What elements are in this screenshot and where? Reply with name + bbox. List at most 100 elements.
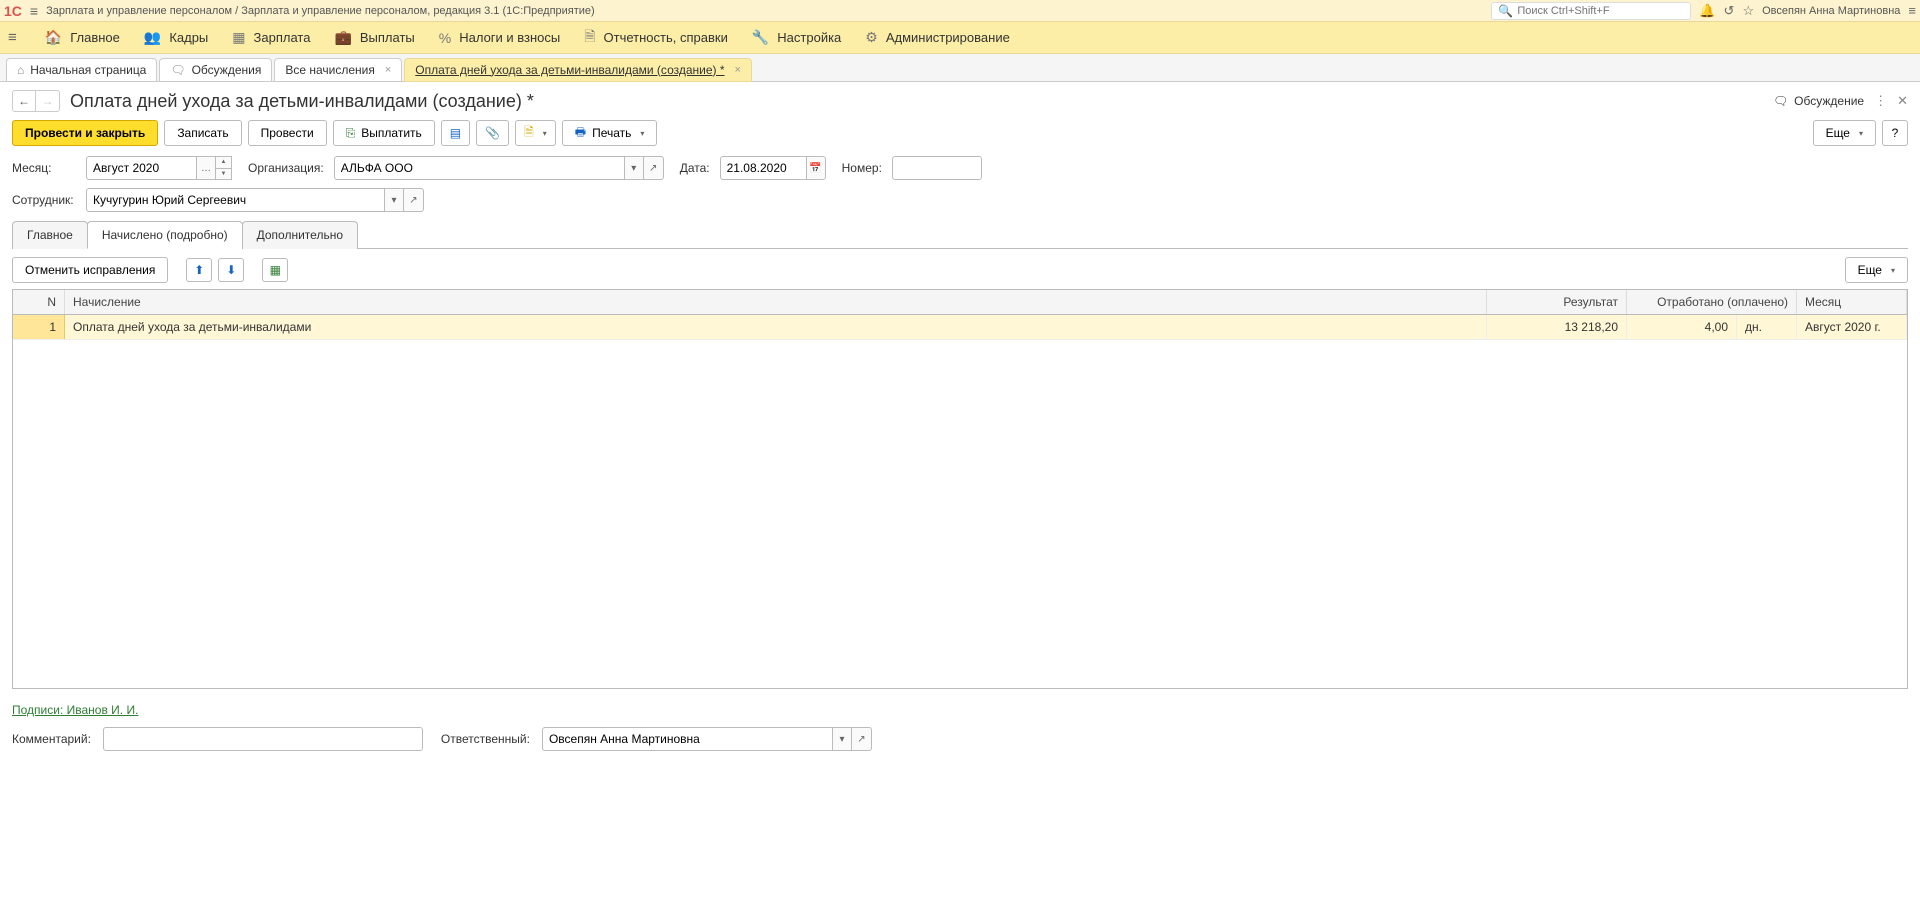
money-icon: ⎘: [346, 126, 356, 141]
cell-result: 13 218,20: [1487, 315, 1627, 339]
th-worked[interactable]: Отработано (оплачено): [1627, 290, 1797, 314]
employee-open-button[interactable]: ↗: [404, 188, 424, 212]
print-button[interactable]: 🖶Печать: [562, 120, 658, 146]
close-icon[interactable]: ✕: [1897, 93, 1908, 109]
menu-personnel[interactable]: 👥 Кадры: [144, 29, 208, 46]
menu-icon[interactable]: ≡: [1908, 3, 1916, 18]
move-up-button[interactable]: ⬆: [186, 258, 212, 282]
employee-dropdown-button[interactable]: ▾: [384, 188, 404, 212]
comment-input[interactable]: [103, 727, 423, 751]
tab-current[interactable]: Оплата дней ухода за детьми-инвалидами (…: [404, 58, 752, 82]
current-user[interactable]: Овсепян Анна Мартиновна: [1762, 5, 1900, 17]
form-tab-extra[interactable]: Дополнительно: [242, 221, 358, 249]
cell-name: Оплата дней ухода за детьми-инвалидами: [65, 315, 1487, 339]
table-row[interactable]: 1 Оплата дней ухода за детьми-инвалидами…: [13, 315, 1907, 340]
tab-home[interactable]: ⌂Начальная страница: [6, 58, 157, 82]
form-tab-accrued[interactable]: Начислено (подробно): [87, 221, 243, 249]
org-dropdown-button[interactable]: ▾: [624, 156, 644, 180]
list-icon: ▦: [232, 29, 245, 46]
comment-label: Комментарий:: [12, 732, 91, 746]
app-title: Зарплата и управление персоналом / Зарпл…: [46, 5, 1491, 17]
post-and-close-button[interactable]: Провести и закрыть: [12, 120, 158, 146]
th-result[interactable]: Результат: [1487, 290, 1627, 314]
cell-worked: 4,00: [1627, 315, 1737, 339]
menu-personnel-label: Кадры: [169, 30, 208, 45]
menu-reports[interactable]: 🗎Отчетность, справки: [584, 26, 728, 50]
tab-discussions[interactable]: 🗨Обсуждения: [159, 58, 272, 82]
close-icon[interactable]: ×: [385, 64, 391, 76]
responsible-dropdown-button[interactable]: ▾: [832, 727, 852, 751]
configure-columns-button[interactable]: ▦: [262, 258, 288, 282]
create-based-on-button[interactable]: 🗎: [515, 120, 556, 146]
history-icon[interactable]: ↺: [1724, 3, 1735, 19]
structure-button[interactable]: ▤: [441, 120, 470, 146]
org-label: Организация:: [248, 161, 324, 175]
th-name[interactable]: Начисление: [65, 290, 1487, 314]
sub-more-button[interactable]: Еще: [1845, 257, 1908, 283]
org-input[interactable]: [334, 156, 624, 180]
number-label: Номер:: [842, 161, 882, 175]
form-tabs: Главное Начислено (подробно) Дополнитель…: [12, 220, 1908, 249]
menu-home[interactable]: 🏠Главное: [45, 29, 120, 46]
bell-icon[interactable]: 🔔: [1699, 3, 1715, 19]
menu-payments[interactable]: 💼 Выплаты: [334, 29, 414, 46]
help-button[interactable]: ?: [1882, 120, 1908, 146]
menu-payments-label: Выплаты: [360, 30, 415, 45]
number-input[interactable]: [892, 156, 982, 180]
search-input[interactable]: [1517, 5, 1684, 17]
people-icon: 👥: [144, 29, 161, 46]
global-search[interactable]: 🔍: [1491, 2, 1691, 20]
page-title: Оплата дней ухода за детьми-инвалидами (…: [70, 91, 534, 112]
date-picker-button[interactable]: 📅: [806, 156, 826, 180]
month-picker-button[interactable]: …: [196, 156, 216, 180]
menu-admin[interactable]: ⚙Администрирование: [865, 29, 1010, 46]
tab-home-label: Начальная страница: [30, 63, 146, 77]
attach-button[interactable]: 📎: [476, 120, 509, 146]
main-menu: ≡ 🏠Главное 👥 Кадры ▦Зарплата 💼 Выплаты %На…: [0, 22, 1920, 54]
pay-label: Выплатить: [361, 126, 422, 140]
save-button[interactable]: Записать: [164, 120, 241, 146]
org-open-button[interactable]: ↗: [644, 156, 664, 180]
date-label: Дата:: [680, 161, 710, 175]
th-month[interactable]: Месяц: [1797, 290, 1907, 314]
move-down-button[interactable]: ⬇: [218, 258, 244, 282]
menu-settings[interactable]: 🔧Настройка: [752, 29, 841, 46]
menu-salary[interactable]: ▦Зарплата: [232, 29, 310, 46]
pay-button[interactable]: ⎘ Выплатить: [333, 120, 435, 146]
responsible-open-button[interactable]: ↗: [852, 727, 872, 751]
kebab-icon[interactable]: ⋮: [1874, 93, 1887, 109]
discussion-link[interactable]: 🗨 Обсуждение: [1773, 94, 1864, 108]
month-up-button[interactable]: ▲: [216, 157, 231, 169]
star-icon[interactable]: ☆: [1742, 3, 1754, 19]
more-button[interactable]: Еще: [1813, 120, 1876, 146]
date-input[interactable]: [720, 156, 806, 180]
hamburger-icon[interactable]: ≡: [30, 3, 38, 19]
responsible-input[interactable]: [542, 727, 832, 751]
month-down-button[interactable]: ▼: [216, 169, 231, 180]
wallet-icon: 💼: [334, 29, 351, 46]
main-menu-toggle-icon[interactable]: ≡: [8, 29, 17, 46]
table-header: N Начисление Результат Отработано (оплач…: [13, 290, 1907, 315]
gear-icon: ⚙: [865, 29, 878, 46]
close-icon[interactable]: ×: [735, 64, 741, 76]
responsible-label: Ответственный:: [441, 732, 530, 746]
form-tab-main[interactable]: Главное: [12, 221, 88, 249]
th-n[interactable]: N: [13, 290, 65, 314]
menu-taxes-label: Налоги и взносы: [459, 30, 560, 45]
menu-taxes[interactable]: %Налоги и взносы: [439, 30, 561, 46]
accruals-table[interactable]: N Начисление Результат Отработано (оплач…: [12, 289, 1908, 689]
month-input[interactable]: [86, 156, 196, 180]
cell-unit: дн.: [1737, 315, 1797, 339]
menu-reports-label: Отчетность, справки: [604, 30, 728, 45]
create-icon: 🗎: [524, 123, 534, 144]
chat-icon: 🗨: [1773, 94, 1788, 108]
tab-all-accruals[interactable]: Все начисления×: [274, 58, 402, 82]
cancel-corrections-button[interactable]: Отменить исправления: [12, 257, 168, 283]
post-button[interactable]: Провести: [248, 120, 327, 146]
employee-label: Сотрудник:: [12, 193, 76, 207]
signatures-link[interactable]: Подписи: Иванов И. И.: [12, 703, 138, 717]
nav-back-button[interactable]: ←: [12, 90, 36, 112]
tab-discussions-label: Обсуждения: [192, 63, 262, 77]
employee-input[interactable]: [86, 188, 384, 212]
tab-bar: ⌂Начальная страница 🗨Обсуждения Все начи…: [0, 54, 1920, 82]
